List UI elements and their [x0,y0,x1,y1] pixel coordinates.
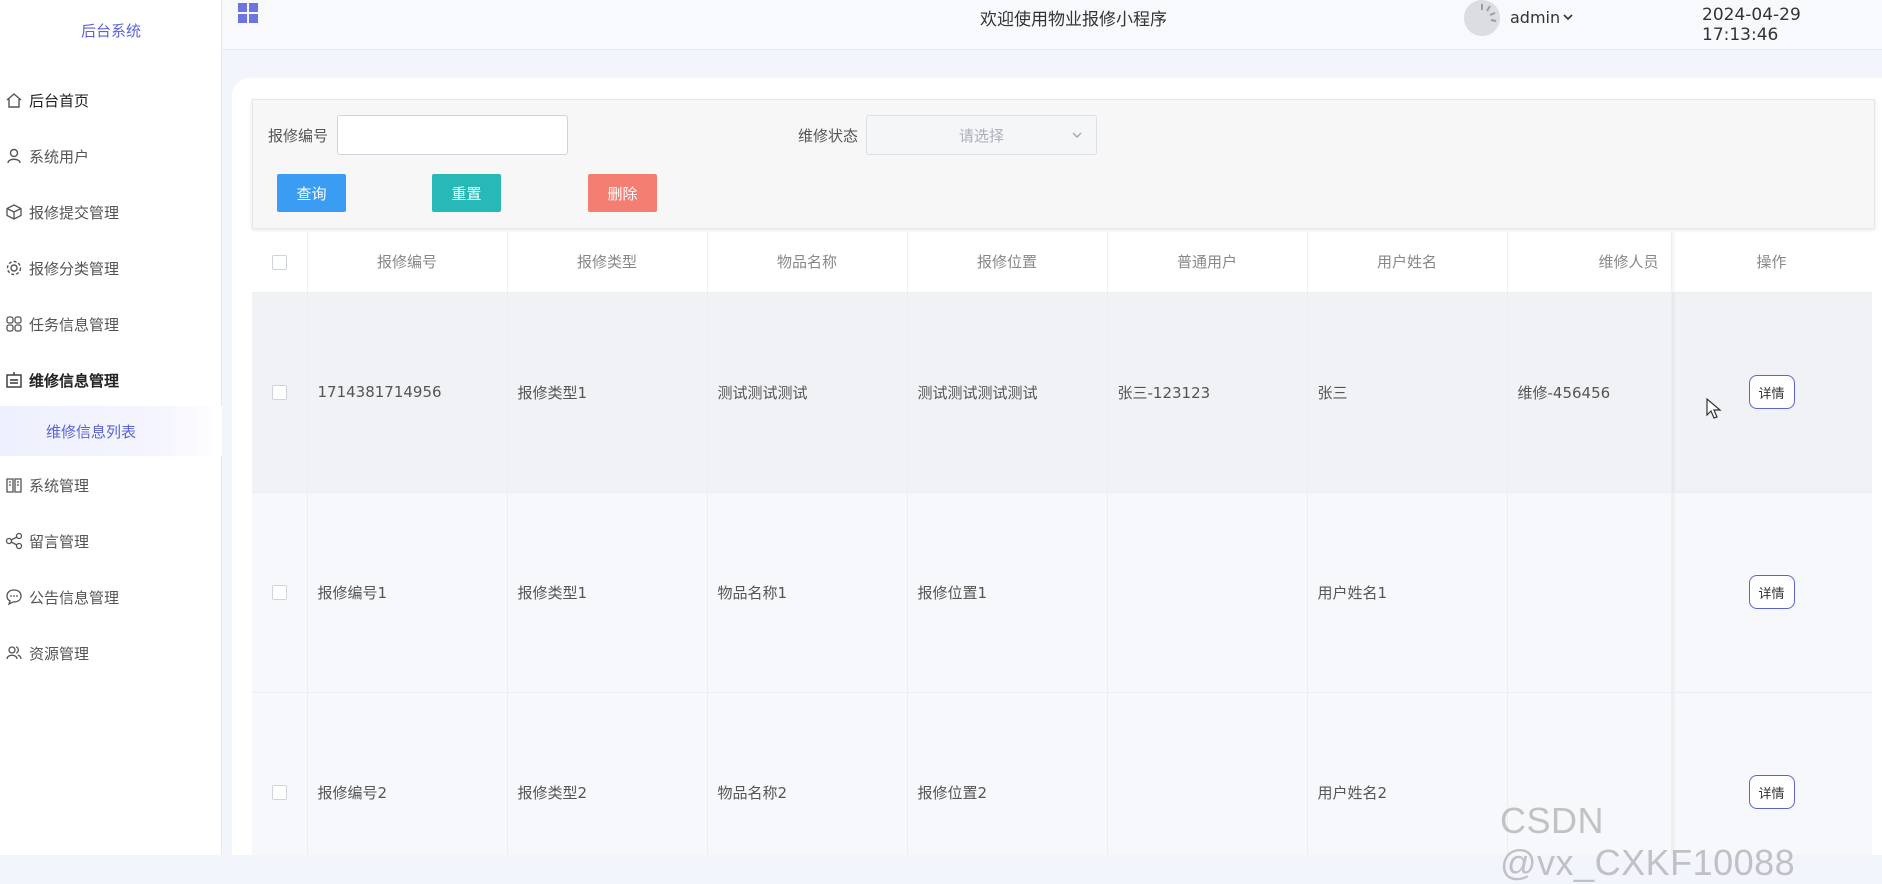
cell-normal-user: 张三-123123 [1107,292,1308,493]
row-checkbox[interactable] [271,785,287,800]
home-icon [3,89,25,111]
sidebar-item-label: 系统管理 [29,476,90,495]
sidebar-item-label: 维修信息管理 [29,371,120,390]
username: admin [1510,8,1561,27]
cell-item-name: 物品名称1 [707,492,908,693]
sidebar-item-label: 报修提交管理 [29,203,120,222]
sidebar-subitem-maintenance-list[interactable]: 维修信息列表 [0,406,222,456]
detail-button[interactable]: 详情 [1748,375,1795,409]
status-placeholder: 请选择 [958,126,1004,145]
sidebar-item-messages[interactable]: 留言管理 [0,521,222,561]
cell-maintainer: 维修-456456 [1507,292,1672,493]
reset-button[interactable]: 重置 [432,174,501,212]
sidebar-item-home[interactable]: 后台首页 [0,80,222,120]
row-select-cell [252,692,308,855]
menu-grid-icon[interactable] [238,3,260,29]
row-checkbox[interactable] [271,585,287,600]
user-menu[interactable]: admin [1510,8,1574,27]
cell-maintainer [1507,492,1672,693]
sidebar-item-system-manage[interactable]: 系统管理 [0,465,222,505]
delete-button[interactable]: 删除 [588,174,657,212]
sidebar-item-repair-category[interactable]: 报修分类管理 [0,248,222,288]
repair-no-input[interactable] [337,115,568,155]
share-icon [3,530,25,552]
sidebar-item-label: 报修分类管理 [29,259,120,278]
sidebar-item-label: 后台首页 [29,91,90,110]
cell-repair-location: 测试测试测试测试 [907,292,1108,493]
sidebar-item-repair-submit[interactable]: 报修提交管理 [0,192,222,232]
row-select-cell [252,492,308,693]
column-header[interactable]: 报修位置 [907,232,1108,293]
sidebar-item-maintenance-info[interactable]: 维修信息管理 [0,360,222,400]
table-header-row: 报修编号 报修类型 物品名称 报修位置 普通用户 用户姓名 维修人员 操作 [252,232,1872,293]
data-table: 报修编号 报修类型 物品名称 报修位置 普通用户 用户姓名 维修人员 操作 17… [252,232,1872,855]
select-all-cell [252,232,308,293]
top-header: 欢迎使用物业报修小程序 admin 2024-04-29 17:13:46 [222,0,1882,50]
sidebar-item-system-users[interactable]: 系统用户 [0,136,222,176]
cell-repair-location: 报修位置1 [907,492,1108,693]
cell-repair-no: 报修编号1 [307,492,508,693]
datetime: 2024-04-29 17:13:46 [1702,5,1801,45]
chat-icon [3,586,25,608]
cell-normal-user [1107,492,1308,693]
cell-repair-type: 报修类型2 [507,692,708,855]
avatar[interactable] [1464,0,1500,36]
row-select-cell [252,292,308,493]
watermark: CSDN @vx_CXKF10088 [1500,800,1796,883]
sidebar-item-label: 资源管理 [29,644,90,663]
row-checkbox[interactable] [271,385,287,400]
gear-icon [3,257,25,279]
users-icon [3,642,25,664]
table-row: 报修编号1 报修类型1 物品名称1 报修位置1 用户姓名1 详情 [252,492,1872,693]
status-label: 维修状态 [798,127,859,145]
sidebar-item-label: 任务信息管理 [29,315,120,334]
box-icon [3,201,25,223]
detail-button[interactable]: 详情 [1748,575,1795,609]
cell-user-name: 张三 [1307,292,1508,493]
user-icon [3,145,25,167]
cell-actions: 详情 [1671,292,1872,493]
column-header[interactable]: 维修人员 [1507,232,1672,293]
column-header: 操作 [1671,232,1872,293]
cell-repair-location: 报修位置2 [907,692,1108,855]
inbox-icon [3,369,25,391]
cell-user-name: 用户姓名2 [1307,692,1508,855]
cell-repair-type: 报修类型1 [507,292,708,493]
column-header[interactable]: 普通用户 [1107,232,1308,293]
table-row: 1714381714956 报修类型1 测试测试测试 测试测试测试测试 张三-1… [252,292,1872,493]
column-header[interactable]: 报修编号 [307,232,508,293]
sidebar: 后台系统 后台首页 系统用户 报修提交管理 报修分类管理 任务信息管理 维修信息… [0,0,222,855]
column-header[interactable]: 报修类型 [507,232,708,293]
sidebar-item-announcements[interactable]: 公告信息管理 [0,577,222,617]
cell-repair-no: 1714381714956 [307,292,508,493]
sidebar-item-label: 公告信息管理 [29,588,120,607]
search-panel: 报修编号 维修状态 请选择 查询 重置 删除 [252,99,1875,229]
cell-user-name: 用户姓名1 [1307,492,1508,693]
cell-item-name: 测试测试测试 [707,292,908,493]
sidebar-item-task-info[interactable]: 任务信息管理 [0,304,222,344]
chevron-down-icon [1562,8,1574,27]
welcome-title: 欢迎使用物业报修小程序 [980,10,1167,30]
column-header[interactable]: 物品名称 [707,232,908,293]
select-all-checkbox[interactable] [271,254,287,270]
sidebar-item-label: 留言管理 [29,532,90,551]
status-select[interactable]: 请选择 [866,115,1097,155]
query-button[interactable]: 查询 [277,174,346,212]
apps-icon [3,313,25,335]
cell-repair-type: 报修类型1 [507,492,708,693]
repair-no-label: 报修编号 [268,127,329,145]
cell-repair-no: 报修编号2 [307,692,508,855]
sidebar-item-resources[interactable]: 资源管理 [0,633,222,673]
book-icon [3,474,25,496]
sidebar-item-label: 系统用户 [29,147,90,166]
cell-normal-user [1107,692,1308,855]
cell-actions: 详情 [1671,492,1872,693]
brand-title: 后台系统 [80,22,141,40]
mouse-cursor-icon [1706,397,1722,424]
cell-item-name: 物品名称2 [707,692,908,855]
chevron-down-icon [1070,128,1084,146]
column-header[interactable]: 用户姓名 [1307,232,1508,293]
